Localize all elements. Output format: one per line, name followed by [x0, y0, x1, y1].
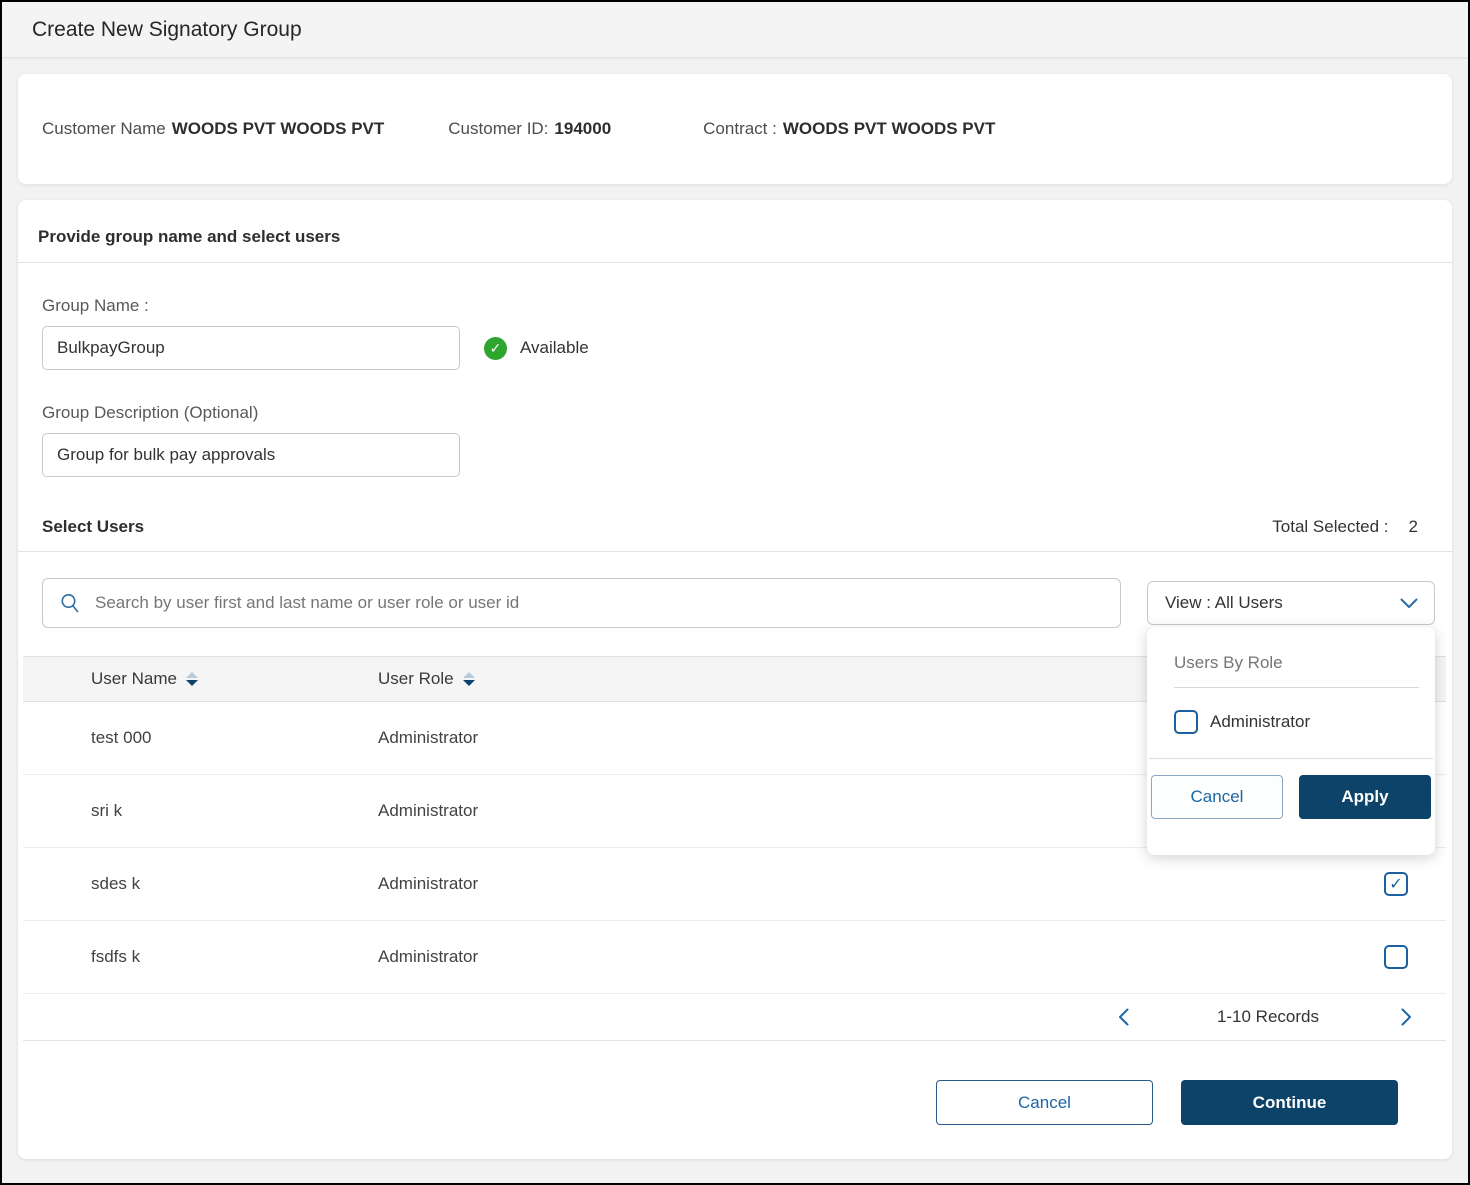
contract: Contract : WOODS PVT WOODS PVT — [703, 119, 995, 139]
pagination: 1-10 Records — [23, 994, 1446, 1041]
search-input[interactable] — [95, 593, 1104, 613]
user-name-cell: fsdfs k — [91, 947, 141, 966]
user-role-cell: Administrator — [378, 947, 479, 966]
records-label: 1-10 Records — [1216, 1007, 1319, 1026]
select-users-row: Select Users Total Selected : 2 — [18, 517, 1452, 552]
group-form-card: Provide group name and select users Grou… — [18, 200, 1452, 1159]
search-box[interactable] — [42, 578, 1121, 628]
continue-button[interactable]: Continue — [1181, 1080, 1398, 1125]
contract-value: WOODS PVT WOODS PVT — [782, 119, 996, 138]
availability-text: Available — [520, 338, 589, 357]
user-name-cell: sdes k — [91, 874, 141, 893]
view-dropdown-button[interactable]: View : All Users — [1147, 581, 1435, 625]
search-icon — [61, 594, 79, 613]
administrator-checkbox[interactable] — [1174, 710, 1198, 734]
chevron-down-icon — [1400, 598, 1418, 608]
user-name-cell: sri k — [91, 801, 123, 820]
select-users-title: Select Users — [42, 517, 145, 536]
group-name-label: Group Name : — [42, 296, 149, 315]
section-head: Provide group name and select users — [18, 200, 1452, 263]
contract-label: Contract : — [703, 119, 777, 138]
previous-page-button[interactable] — [1110, 1004, 1137, 1030]
view-dropdown: View : All Users Users By Role Administr… — [1147, 581, 1435, 855]
form-area: Group Name : ✓ Available Group Descripti… — [18, 296, 1452, 477]
page-title: Create New Signatory Group — [32, 17, 302, 41]
chevron-left-icon — [1118, 1008, 1129, 1026]
column-user-name[interactable]: User Name — [91, 669, 378, 689]
panel-actions: Cancel Apply — [1147, 759, 1435, 819]
customer-id-label: Customer ID: — [448, 119, 549, 138]
row-checkbox[interactable]: ✓ — [1384, 872, 1408, 896]
table-row: fsdfs k Administrator — [23, 921, 1446, 994]
total-selected: Total Selected : 2 — [1272, 517, 1418, 537]
administrator-label: Administrator — [1210, 712, 1311, 731]
table-row: sdes k Administrator ✓ — [23, 848, 1446, 921]
row-checkbox[interactable] — [1384, 945, 1408, 969]
group-name-input[interactable] — [42, 326, 460, 370]
panel-heading: Users By Role — [1174, 653, 1283, 672]
panel-cancel-button[interactable]: Cancel — [1151, 775, 1283, 819]
total-selected-label: Total Selected : — [1272, 517, 1389, 536]
total-selected-count: 2 — [1408, 517, 1418, 536]
user-name-cell: test 000 — [91, 728, 152, 747]
role-option-administrator[interactable]: Administrator — [1147, 688, 1435, 758]
user-role-cell: Administrator — [378, 874, 479, 893]
availability-status: ✓ Available — [484, 336, 589, 360]
view-dropdown-panel: Users By Role Administrator Cancel Apply — [1147, 627, 1435, 855]
customer-name-label: Customer Name — [42, 119, 166, 138]
customer-name: Customer Name WOODS PVT WOODS PVT — [42, 119, 384, 139]
sort-icon — [185, 672, 198, 686]
chevron-right-icon — [1401, 1008, 1411, 1026]
controls-row: View : All Users Users By Role Administr… — [18, 552, 1452, 855]
group-desc-label: Group Description (Optional) — [42, 403, 259, 422]
group-name-row: ✓ Available — [42, 316, 1428, 370]
view-dropdown-label: View : All Users — [1165, 593, 1283, 612]
customer-id-value: 194000 — [554, 119, 612, 138]
customer-info-card: Customer Name WOODS PVT WOODS PVT Custome… — [18, 74, 1452, 184]
footer-actions: Cancel Continue — [18, 1041, 1452, 1125]
sort-icon — [462, 672, 475, 686]
next-page-button[interactable] — [1393, 1004, 1420, 1030]
customer-id: Customer ID: 194000 — [448, 119, 611, 139]
check-circle-icon: ✓ — [484, 336, 507, 360]
panel-apply-button[interactable]: Apply — [1299, 775, 1431, 819]
section-title: Provide group name and select users — [38, 227, 341, 246]
customer-name-value: WOODS PVT WOODS PVT — [171, 119, 385, 138]
cancel-button[interactable]: Cancel — [936, 1080, 1153, 1125]
page-header: Create New Signatory Group — [2, 2, 1468, 58]
group-desc-input[interactable] — [42, 433, 460, 477]
